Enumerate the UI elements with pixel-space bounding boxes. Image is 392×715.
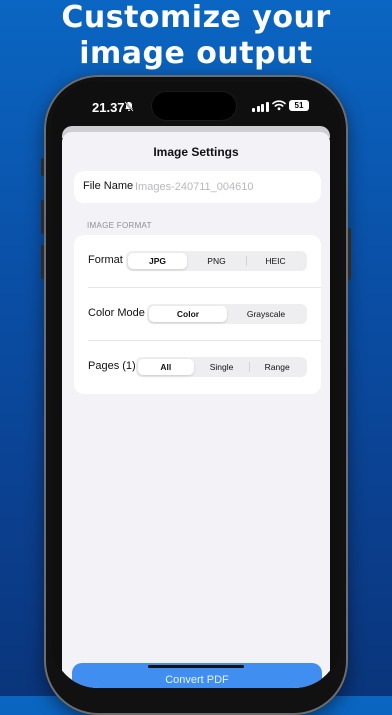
color-mode-option-grayscale[interactable]: Grayscale	[227, 306, 305, 322]
cellular-signal-icon	[252, 101, 269, 112]
bell-slash-icon	[124, 101, 134, 115]
headline-line-1: Customize your	[61, 0, 331, 35]
pages-option-all[interactable]: All	[138, 359, 194, 375]
phone-screen: 21.37 51 Image Settings File Name IMAGE …	[52, 82, 340, 688]
status-time: 21.37	[92, 100, 125, 115]
file-name-card: File Name	[74, 171, 321, 203]
phone-volume-up-button	[41, 200, 44, 234]
format-option-heic[interactable]: HEIC	[246, 253, 305, 269]
phone-power-button	[348, 228, 351, 280]
headline-line-2: image output	[79, 36, 313, 71]
pages-segmented-control: All Single Range	[136, 357, 307, 377]
phone-action-button	[41, 158, 44, 176]
pages-option-single[interactable]: Single	[194, 359, 250, 375]
home-indicator	[148, 665, 244, 668]
format-segmented-control: JPG PNG HEIC	[126, 251, 307, 271]
pages-row: Pages (1) All Single Range	[74, 341, 321, 393]
format-label: Format	[88, 254, 123, 266]
wifi-icon	[272, 98, 286, 112]
section-header-image-format: IMAGE FORMAT	[87, 221, 152, 230]
phone-volume-down-button	[41, 245, 44, 279]
color-mode-segmented-control: Color Grayscale	[147, 304, 307, 324]
image-settings-sheet: Image Settings File Name IMAGE FORMAT Fo…	[62, 132, 330, 688]
format-option-jpg[interactable]: JPG	[128, 253, 187, 269]
format-option-png[interactable]: PNG	[187, 253, 246, 269]
sheet-title: Image Settings	[153, 145, 239, 159]
color-mode-label: Color Mode	[88, 307, 145, 319]
image-format-settings: Format JPG PNG HEIC Color Mode Color Gra…	[74, 235, 321, 394]
file-name-label: File Name	[83, 180, 134, 192]
battery-indicator: 51	[289, 100, 309, 111]
color-mode-row: Color Mode Color Grayscale	[74, 288, 321, 340]
pages-option-range[interactable]: Range	[249, 359, 305, 375]
file-name-input[interactable]	[135, 177, 311, 197]
color-mode-option-color[interactable]: Color	[149, 306, 227, 322]
pages-label: Pages (1)	[88, 360, 136, 372]
format-row: Format JPG PNG HEIC	[74, 235, 321, 287]
dynamic-island	[152, 92, 236, 120]
